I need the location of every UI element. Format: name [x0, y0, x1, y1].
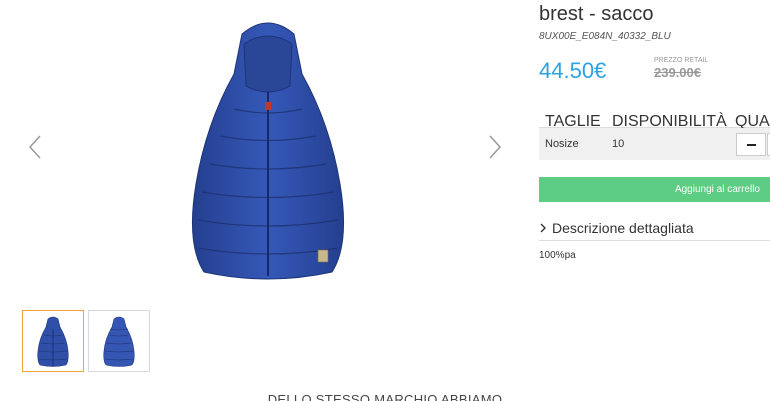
- chevron-right-icon: [540, 223, 546, 233]
- thumbnail-1[interactable]: [22, 310, 84, 372]
- retail-price: 239.00€: [654, 65, 701, 80]
- product-main-image[interactable]: [182, 14, 354, 286]
- product-details: brest - sacco 8UX00E_E084N_40332_BLU 44.…: [539, 0, 770, 300]
- minus-icon: [746, 143, 756, 146]
- quantity-minus-button[interactable]: [736, 133, 766, 156]
- product-sku: 8UX00E_E084N_40332_BLU: [539, 31, 671, 42]
- blue-sleeping-bag-thumbnail: [37, 316, 69, 367]
- chevron-left-icon: [28, 135, 41, 159]
- table-row: Nosize 10: [539, 128, 770, 160]
- gallery-next-button[interactable]: [484, 132, 504, 162]
- thumbnail-strip: [22, 310, 150, 372]
- description-toggle-label: Descrizione dettagliata: [552, 220, 694, 236]
- product-gallery: [0, 0, 525, 300]
- retail-price-label: PREZZO RETAIL: [654, 57, 709, 64]
- chevron-right-icon: [489, 135, 502, 159]
- blue-sleeping-bag-back-thumbnail: [103, 316, 135, 367]
- product-price: 44.50€: [539, 58, 607, 83]
- row-size: Nosize: [545, 138, 579, 150]
- thumbnail-2[interactable]: [88, 310, 150, 372]
- description-toggle[interactable]: Descrizione dettagliata: [539, 219, 770, 241]
- gallery-prev-button[interactable]: [26, 132, 46, 162]
- same-brand-heading: DELLO STESSO MARCHIO ABBIAMO: [267, 392, 503, 401]
- stock-table-header: TAGLIE DISPONIBILITÀ QUANTITÀ: [539, 106, 770, 130]
- add-to-cart-button[interactable]: Aggiungi al carrello: [539, 177, 770, 202]
- row-availability: 10: [612, 138, 625, 150]
- description-text: 100%pa: [539, 250, 576, 261]
- product-title: brest - sacco: [539, 3, 654, 25]
- blue-sleeping-bag-image: [191, 22, 345, 280]
